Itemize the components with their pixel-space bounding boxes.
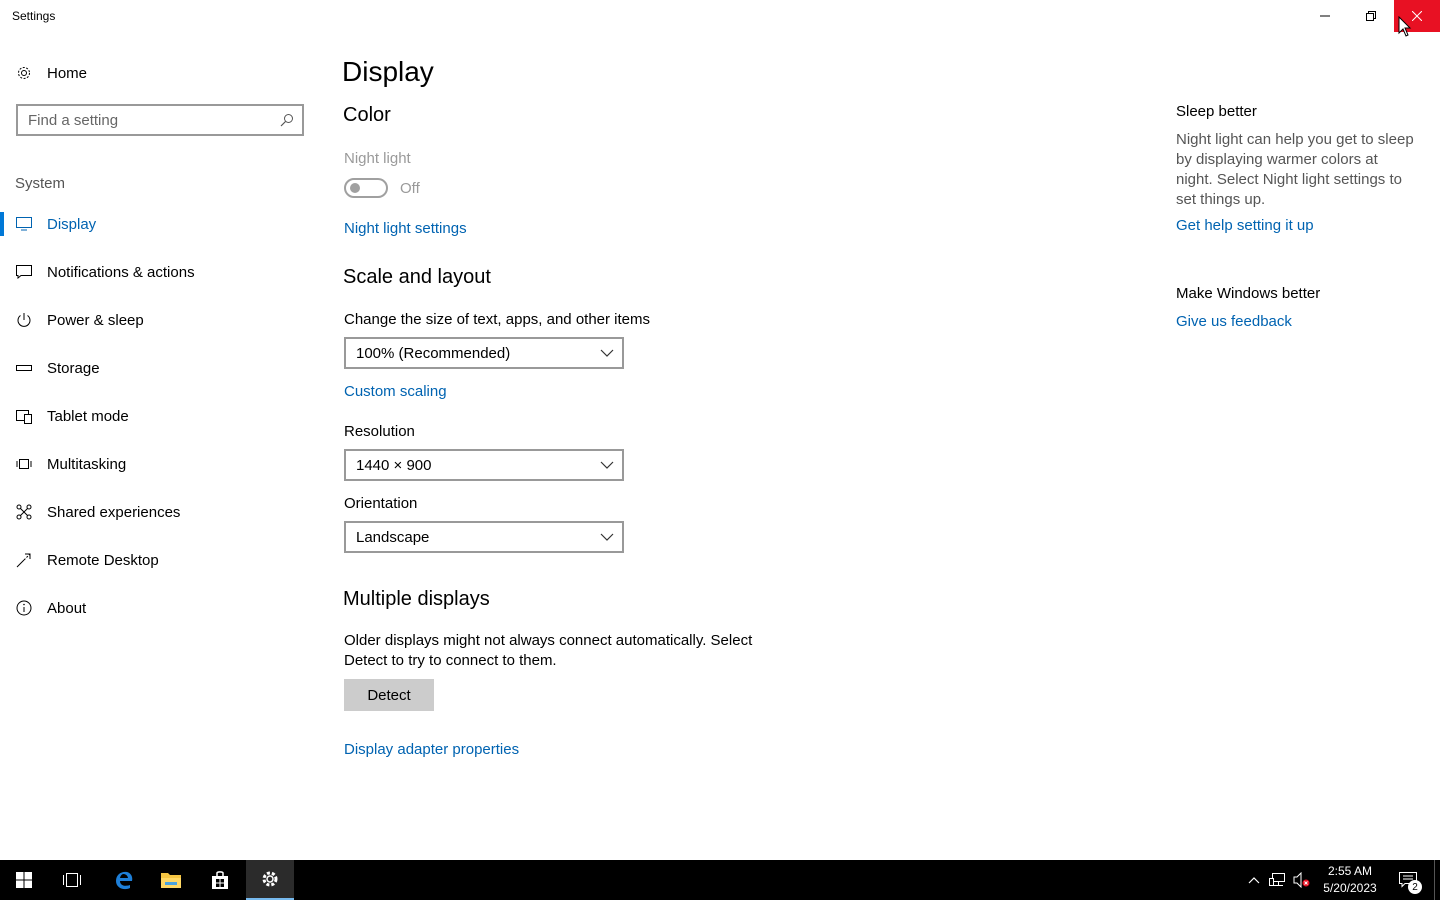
task-view-icon: [63, 873, 81, 887]
taskbar: 2:55 AM 5/20/2023 2: [0, 860, 1440, 900]
orientation-dropdown[interactable]: Landscape: [344, 521, 624, 553]
sidebar-item-label: Multitasking: [47, 455, 127, 473]
sleep-better-heading: Sleep better: [1176, 103, 1257, 120]
home-label: Home: [47, 64, 88, 82]
task-view-button[interactable]: [48, 860, 96, 900]
scale-dropdown[interactable]: 100% (Recommended): [344, 337, 624, 369]
night-light-state: Off: [400, 180, 420, 197]
monitor-icon: [15, 215, 33, 233]
search-icon: [280, 114, 293, 127]
chevron-down-icon: [600, 349, 614, 357]
page-title: Display: [342, 56, 434, 87]
sidebar-nav: Display Notifications & actions Power & …: [0, 200, 320, 632]
sidebar-item-tablet-mode[interactable]: Tablet mode: [0, 392, 320, 440]
network-icon: [1269, 873, 1285, 886]
give-feedback-link[interactable]: Give us feedback: [1176, 313, 1292, 330]
clock-time: 2:55 AM: [1327, 864, 1373, 878]
title-bar: Settings: [0, 0, 1440, 32]
shared-experiences-icon: [15, 503, 33, 521]
search-input[interactable]: [18, 111, 268, 129]
storage-icon: [15, 359, 33, 377]
chevron-down-icon: [600, 533, 614, 541]
custom-scaling-link[interactable]: Custom scaling: [344, 383, 447, 400]
sidebar-item-multitasking[interactable]: Multitasking: [0, 440, 320, 488]
gear-icon: [15, 64, 33, 82]
store-button[interactable]: [196, 860, 244, 900]
orientation-dropdown-value: Landscape: [356, 528, 430, 546]
restore-icon: [1366, 11, 1376, 21]
window-title: Settings: [12, 9, 56, 23]
file-explorer-button[interactable]: [147, 860, 195, 900]
section-heading-scale-layout: Scale and layout: [343, 266, 491, 288]
size-label: Change the size of text, apps, and other…: [344, 311, 651, 328]
resolution-dropdown[interactable]: 1440 × 900: [344, 449, 624, 481]
resolution-dropdown-value: 1440 × 900: [356, 456, 432, 474]
minimize-icon: [1320, 15, 1330, 17]
volume-muted-icon: [1293, 872, 1310, 888]
sidebar-item-power-sleep[interactable]: Power & sleep: [0, 296, 320, 344]
multitasking-icon: [15, 455, 33, 473]
section-heading-color: Color: [343, 104, 391, 126]
restore-button[interactable]: [1348, 0, 1394, 32]
minimize-button[interactable]: [1302, 0, 1348, 32]
sleep-better-text: Night light can help you get to sleep by…: [1176, 131, 1414, 208]
chevron-down-icon: [600, 461, 614, 469]
sidebar-item-notifications[interactable]: Notifications & actions: [0, 248, 320, 296]
display-adapter-properties-link[interactable]: Display adapter properties: [344, 741, 519, 758]
start-icon: [16, 872, 32, 888]
show-desktop-button[interactable]: [1434, 860, 1435, 900]
search-box[interactable]: [16, 104, 304, 136]
night-light-settings-link[interactable]: Night light settings: [344, 220, 467, 237]
night-light-label: Night light: [344, 150, 411, 167]
network-tray-button[interactable]: [1268, 870, 1288, 890]
sidebar-item-remote-desktop[interactable]: Remote Desktop: [0, 536, 320, 584]
clock-date: 5/20/2023: [1323, 881, 1377, 895]
sidebar-item-label: Tablet mode: [47, 407, 129, 425]
tablet-mode-icon: [15, 407, 33, 425]
get-help-link[interactable]: Get help setting it up: [1176, 217, 1314, 234]
settings-icon: [262, 871, 278, 887]
edge-icon: [116, 871, 133, 890]
notification-icon: [15, 263, 33, 281]
night-light-toggle[interactable]: [344, 178, 388, 198]
file-explorer-icon: [161, 873, 181, 888]
sidebar-item-about[interactable]: About: [0, 584, 320, 632]
edge-button[interactable]: [99, 860, 147, 900]
multiple-displays-description: Older displays might not always connect …: [344, 632, 753, 669]
toggle-knob: [350, 183, 360, 193]
notification-count-badge: 2: [1408, 880, 1422, 894]
resolution-label: Resolution: [344, 423, 415, 440]
sidebar-item-label: Display: [47, 215, 97, 233]
make-windows-better-heading: Make Windows better: [1176, 285, 1321, 302]
chevron-up-icon: [1248, 877, 1260, 884]
start-button[interactable]: [0, 860, 48, 900]
info-icon: [15, 599, 33, 617]
main-content: Display Color Night light Off Night ligh…: [342, 32, 1122, 860]
sidebar-item-label: About: [47, 599, 87, 617]
remote-desktop-icon: [15, 551, 33, 569]
mouse-cursor-icon: [1398, 16, 1412, 37]
sidebar-item-label: Shared experiences: [47, 503, 181, 521]
store-icon: [212, 871, 228, 889]
sidebar-item-label: Storage: [47, 359, 100, 377]
scale-dropdown-value: 100% (Recommended): [356, 344, 511, 362]
power-icon: [15, 311, 33, 329]
detect-button[interactable]: Detect: [344, 679, 434, 711]
sidebar: Home System Display Notifications & acti…: [0, 32, 320, 860]
volume-tray-button[interactable]: [1292, 870, 1312, 890]
sidebar-item-label: Notifications & actions: [47, 263, 195, 281]
sidebar-item-shared-experiences[interactable]: Shared experiences: [0, 488, 320, 536]
sidebar-item-storage[interactable]: Storage: [0, 344, 320, 392]
settings-taskbar-button[interactable]: [246, 860, 294, 900]
sidebar-item-label: Power & sleep: [47, 311, 144, 329]
section-heading-multiple-displays: Multiple displays: [343, 588, 490, 610]
taskbar-clock[interactable]: 2:55 AM 5/20/2023: [1316, 863, 1384, 897]
sidebar-item-label: Remote Desktop: [47, 551, 159, 569]
show-hidden-icons-button[interactable]: [1244, 870, 1264, 890]
sidebar-item-display[interactable]: Display: [0, 200, 320, 248]
orientation-label: Orientation: [344, 495, 418, 512]
close-icon: [1412, 11, 1422, 21]
group-label-system: System: [15, 175, 66, 192]
home-link[interactable]: Home: [15, 62, 87, 84]
